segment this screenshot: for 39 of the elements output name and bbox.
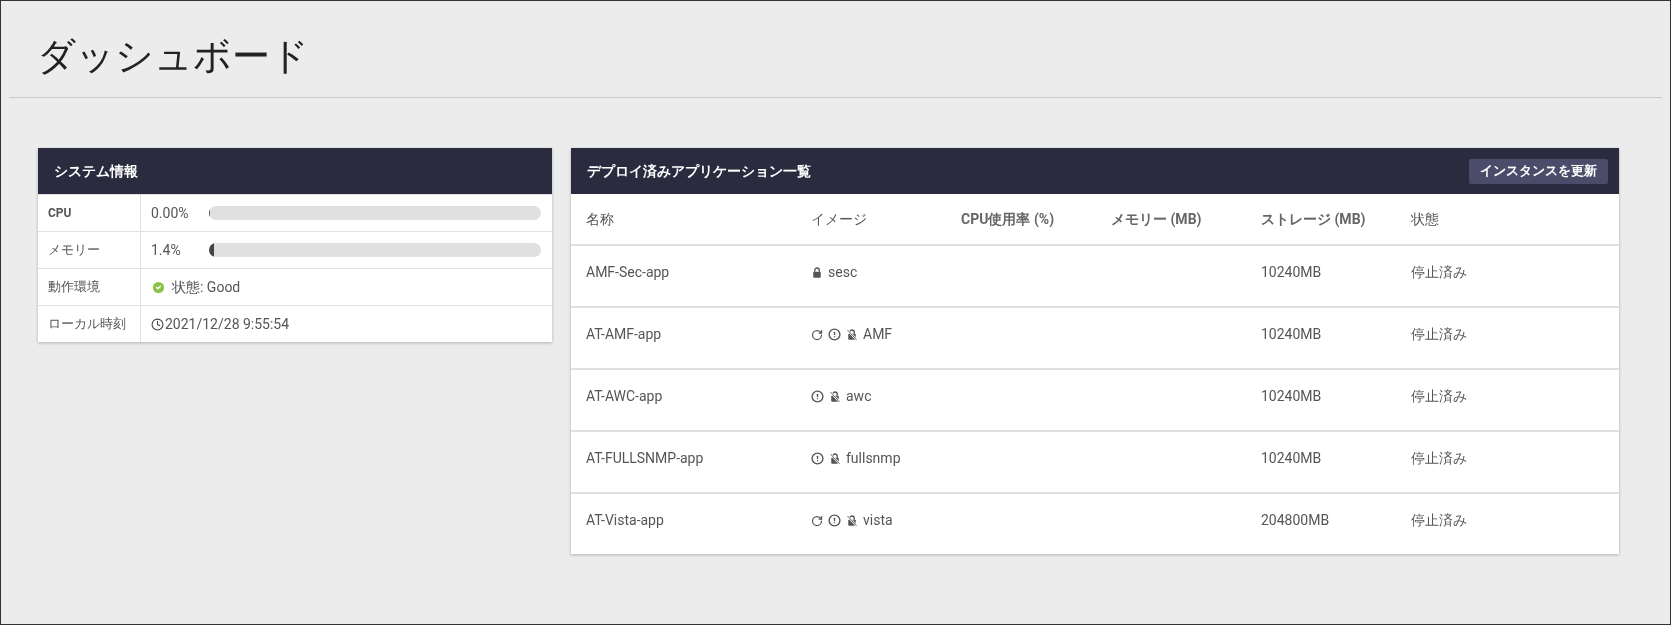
row-label: 動作環境 [48,278,100,297]
local-time: 2021/12/28 9:55:54 [165,314,290,334]
table-cell: AT-Vista-app [586,512,664,528]
card-title: デプロイ済みアプリケーション一覧 [587,161,811,181]
table-cell: AT-FULLSNMP-app [586,450,704,466]
table-cell-text: awc [846,387,872,406]
table-cell: AMF-Sec-app [586,264,670,280]
table-cell: 停止済み [1411,264,1467,280]
table-cell: 停止済み [1411,388,1467,404]
refresh-instances-button[interactable]: インスタンスを更新 [1469,158,1608,184]
card-title: システム情報 [54,161,138,181]
column-header: 状態 [1411,210,1439,227]
table-cell: 204800MB [1261,512,1330,528]
table-cell: 停止済み [1411,450,1467,466]
table-cell-text: fullsnmp [846,449,901,468]
table-cell: 10240MB [1261,264,1322,280]
row-label: ローカル時刻 [48,315,126,334]
table-cell: 10240MB [1261,388,1322,404]
table-cell: AT-AMF-app [586,326,662,342]
meter-reading: 0.00% [151,203,190,223]
column-header: ストレージ (MB) [1261,210,1366,227]
table-cell: 10240MB [1261,450,1322,466]
meter-reading: 1.4% [151,240,182,260]
column-header: メモリー (MB) [1111,210,1202,227]
table-cell: 停止済み [1411,326,1467,342]
clock-icon [151,317,164,331]
table-cell: 停止済み [1411,512,1467,528]
page-title: ダッシュボード [36,33,309,80]
table-cell-text: vista [863,511,893,530]
column-header: イメージ [811,210,867,227]
table-cell-text: sesc [828,263,858,282]
row-label: メモリー [48,241,100,260]
table-cell: 10240MB [1261,326,1322,342]
table-cell: AT-AWC-app [586,388,663,404]
column-header: 名称 [586,210,614,227]
status-text: 状態: Good [172,277,241,297]
row-label: CPU [48,205,72,222]
column-header: CPU使用率 (%) [961,210,1055,227]
table-cell-text: AMF [863,325,893,344]
